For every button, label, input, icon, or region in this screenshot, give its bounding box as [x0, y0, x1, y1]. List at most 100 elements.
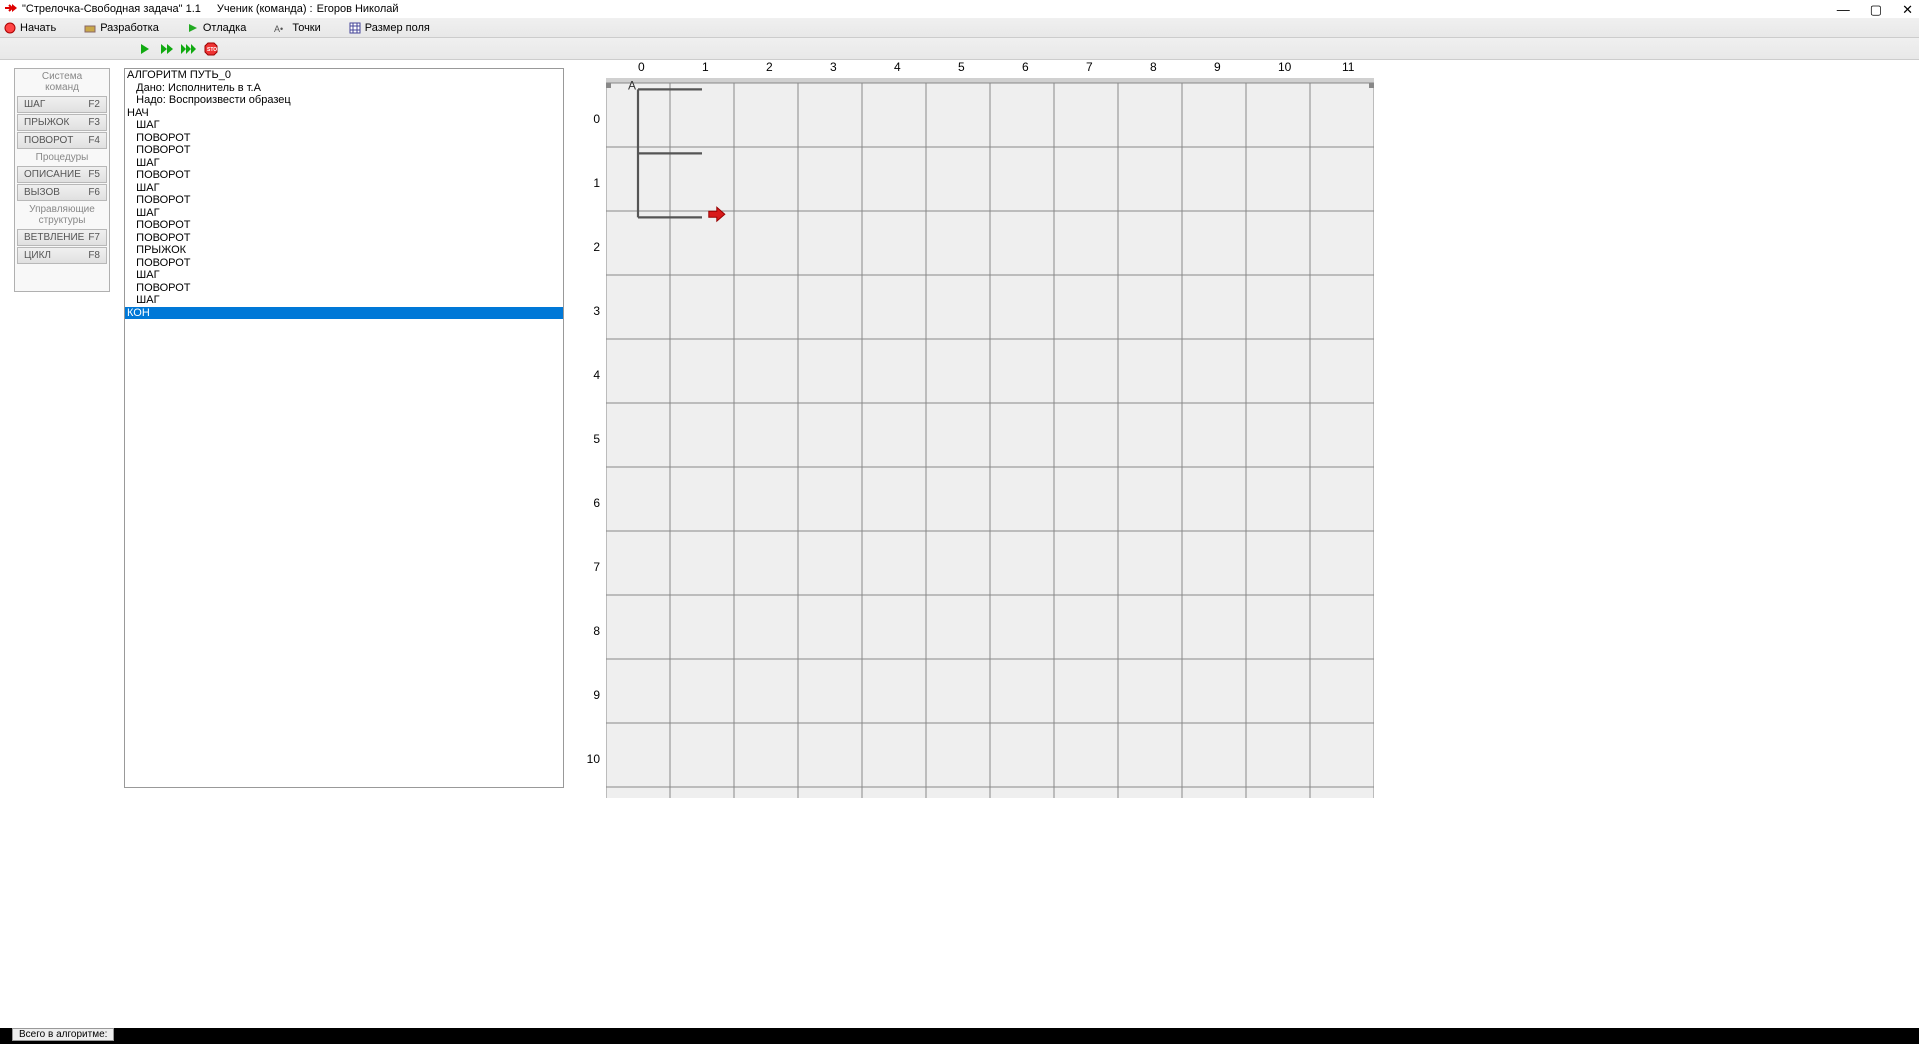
row-label: 5: [593, 432, 600, 446]
code-line[interactable]: ПОВОРОТ: [125, 219, 563, 232]
row-label: 8: [593, 624, 600, 638]
menu-start-label: Начать: [20, 22, 56, 34]
start-point-label: А: [628, 78, 636, 92]
cmd-label: ПОВОРОТ: [24, 135, 73, 146]
cmd-button-шаг[interactable]: ШАГ F2: [17, 96, 107, 113]
struct-button-цикл[interactable]: ЦИКЛF8: [17, 247, 107, 264]
menu-bar: Начать Разработка Отладка A• Точки Разме…: [0, 18, 1919, 38]
row-label: 1: [593, 176, 600, 190]
code-line[interactable]: ПРЫЖОК: [125, 244, 563, 257]
col-label: 6: [1022, 60, 1029, 74]
toolbar: STOP: [0, 38, 1919, 60]
start-icon: [4, 22, 16, 34]
cmd-key: F5: [88, 169, 100, 180]
menu-develop[interactable]: Разработка: [84, 22, 159, 34]
cmd-key: F6: [88, 187, 100, 198]
code-line[interactable]: ШАГ: [125, 182, 563, 195]
student-name: Егоров Николай: [317, 3, 399, 15]
cp-header-structures: Управляющие структуры: [15, 202, 109, 228]
stop-button[interactable]: STOP: [202, 40, 220, 58]
student-label: Ученик (команда) :: [217, 3, 313, 15]
close-button[interactable]: ✕: [1902, 2, 1913, 18]
code-line[interactable]: КОН: [125, 307, 563, 320]
col-label: 0: [638, 60, 645, 74]
col-label: 2: [766, 60, 773, 74]
code-line[interactable]: ПОВОРОТ: [125, 282, 563, 295]
row-label: 0: [593, 112, 600, 126]
fast-forward-button[interactable]: [180, 40, 198, 58]
col-label: 4: [894, 60, 901, 74]
develop-icon: [84, 22, 96, 34]
cmd-label: ШАГ: [24, 99, 45, 110]
cmd-key: F3: [88, 117, 100, 128]
col-label: 3: [830, 60, 837, 74]
grid-icon: [349, 22, 361, 34]
proc-button-описание[interactable]: ОПИСАНИЕ F5: [17, 166, 107, 183]
status-bar: Всего в алгоритме:: [0, 1028, 1919, 1044]
col-label: 9: [1214, 60, 1221, 74]
code-line[interactable]: ПОВОРОТ: [125, 232, 563, 245]
menu-field-size-label: Размер поля: [365, 22, 430, 34]
code-line[interactable]: ПОВОРОТ: [125, 144, 563, 157]
code-line[interactable]: Надо: Воспроизвести образец: [125, 94, 563, 107]
proc-button-вызов[interactable]: ВЫЗОВ F6: [17, 184, 107, 201]
field-panel: 01234567891011 012345678910 А: [576, 60, 1410, 798]
menu-start[interactable]: Начать: [4, 22, 56, 34]
step-button[interactable]: [158, 40, 176, 58]
row-label: 9: [593, 688, 600, 702]
cmd-label: ОПИСАНИЕ: [24, 169, 81, 180]
svg-text:STOP: STOP: [207, 47, 218, 53]
menu-debug[interactable]: Отладка: [187, 22, 246, 34]
code-line[interactable]: ШАГ: [125, 294, 563, 307]
maximize-button[interactable]: ▢: [1870, 2, 1882, 18]
code-line[interactable]: ШАГ: [125, 207, 563, 220]
code-line[interactable]: ПОВОРОТ: [125, 169, 563, 182]
play-button[interactable]: [136, 40, 154, 58]
cp-header-procedures: Процедуры: [15, 150, 109, 165]
code-line[interactable]: ПОВОРОТ: [125, 257, 563, 270]
code-line[interactable]: НАЧ: [125, 107, 563, 120]
menu-points-label: Точки: [292, 22, 320, 34]
minimize-button[interactable]: —: [1837, 2, 1850, 18]
code-line[interactable]: ПОВОРОТ: [125, 132, 563, 145]
cp-header-commands: Система команд: [15, 69, 109, 95]
code-line[interactable]: Дано: Исполнитель в т.А: [125, 82, 563, 95]
col-label: 5: [958, 60, 965, 74]
menu-field-size[interactable]: Размер поля: [349, 22, 430, 34]
row-label: 2: [593, 240, 600, 254]
col-label: 8: [1150, 60, 1157, 74]
cmd-key: F2: [88, 99, 100, 110]
cmd-key: F4: [88, 135, 100, 146]
code-line[interactable]: ШАГ: [125, 269, 563, 282]
svg-text:A•: A•: [274, 24, 283, 34]
code-line[interactable]: ШАГ: [125, 157, 563, 170]
code-line[interactable]: ШАГ: [125, 119, 563, 132]
app-title: "Стрелочка-Свободная задача" 1.1: [22, 3, 201, 15]
title-bar: "Стрелочка-Свободная задача" 1.1 Ученик …: [0, 0, 1919, 18]
row-label: 10: [587, 752, 600, 766]
code-line[interactable]: АЛГОРИТМ ПУТЬ_0: [125, 69, 563, 82]
row-label: 7: [593, 560, 600, 574]
col-label: 1: [702, 60, 709, 74]
col-label: 7: [1086, 60, 1093, 74]
cmd-label: ПРЫЖОК: [24, 117, 69, 128]
cmd-button-прыжок[interactable]: ПРЫЖОК F3: [17, 114, 107, 131]
menu-points[interactable]: A• Точки: [274, 22, 320, 34]
code-editor[interactable]: АЛГОРИТМ ПУТЬ_0 Дано: Исполнитель в т.А …: [124, 68, 564, 788]
row-label: 6: [593, 496, 600, 510]
cmd-label: ВЫЗОВ: [24, 187, 60, 198]
app-icon: [4, 2, 18, 17]
grid-canvas[interactable]: А: [606, 78, 1406, 798]
debug-icon: [187, 22, 199, 34]
row-label: 4: [593, 368, 600, 382]
menu-develop-label: Разработка: [100, 22, 159, 34]
cmd-label: ЦИКЛ: [24, 250, 51, 261]
row-label: 3: [593, 304, 600, 318]
code-line[interactable]: ПОВОРОТ: [125, 194, 563, 207]
points-icon: A•: [274, 22, 288, 34]
command-panel: Система команд ШАГ F2 ПРЫЖОК F3 ПОВОРОТ F4 Пр…: [14, 68, 110, 292]
cmd-button-поворот[interactable]: ПОВОРОТ F4: [17, 132, 107, 149]
cmd-label: ВЕТВЛЕНИЕ: [24, 232, 84, 243]
struct-button-ветвление[interactable]: ВЕТВЛЕНИЕF7: [17, 229, 107, 246]
col-label: 10: [1278, 60, 1291, 74]
